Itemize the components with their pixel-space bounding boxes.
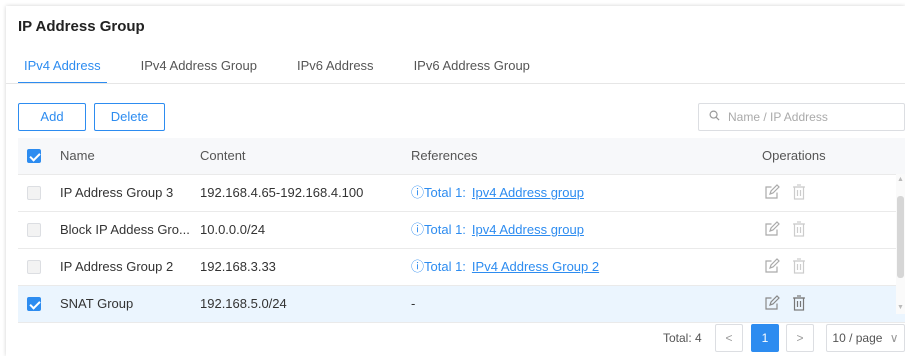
tab-ipv4-address-group[interactable]: IPv4 Address Group <box>135 58 263 84</box>
page-size-value: 10 / page <box>832 331 883 345</box>
table-row: IP Address Group 3 192.168.4.65-192.168.… <box>18 175 905 212</box>
search-icon <box>709 108 720 126</box>
tab-ipv6-address[interactable]: IPv6 Address <box>291 58 380 84</box>
ref-total: ⓘTotal 1: <box>411 222 466 237</box>
select-all-checkbox[interactable] <box>27 149 41 163</box>
row-references: ⓘTotal 1: Ipv4 Address group <box>411 212 584 248</box>
page-size-select[interactable]: 10 / page ∨ <box>826 324 905 352</box>
column-references-header: References <box>411 148 478 163</box>
ref-total: ⓘTotal 1: <box>411 259 466 274</box>
row-references: ⓘTotal 1: IPv4 Address Group 2 <box>411 249 599 285</box>
ref-link[interactable]: IPv4 Address Group 2 <box>472 259 599 274</box>
row-name: SNAT Group <box>60 296 134 311</box>
scroll-up-icon[interactable]: ▲ <box>897 176 904 183</box>
delete-button[interactable]: Delete <box>94 103 165 131</box>
row-content: 192.168.5.0/24 <box>200 296 287 311</box>
tab-ipv4-address[interactable]: IPv4 Address <box>18 58 107 84</box>
row-name: Block IP Addess Gro... <box>60 222 190 237</box>
next-page-button[interactable]: > <box>786 324 814 352</box>
scrollbar-thumb[interactable] <box>897 196 904 278</box>
tab-bar: IPv4 Address IPv4 Address Group IPv6 Add… <box>18 58 564 84</box>
row-content: 10.0.0.0/24 <box>200 222 266 237</box>
page-title: IP Address Group <box>18 18 145 35</box>
edit-icon[interactable] <box>764 221 780 237</box>
edit-icon[interactable] <box>764 184 780 200</box>
tab-divider <box>6 83 905 84</box>
ref-link[interactable]: Ipv4 Address group <box>472 185 584 200</box>
row-name: IP Address Group 2 <box>60 259 174 274</box>
row-content: 192.168.4.65-192.168.4.100 <box>200 185 364 200</box>
column-name-header: Name <box>60 148 95 163</box>
chevron-down-icon: ∨ <box>889 331 899 345</box>
table-row: SNAT Group 192.168.5.0/24 - <box>18 286 905 323</box>
row-references: - <box>411 296 416 311</box>
prev-page-button[interactable]: < <box>715 324 743 352</box>
edit-icon[interactable] <box>764 258 780 274</box>
delete-icon[interactable] <box>791 221 807 237</box>
row-checkbox[interactable] <box>27 223 41 237</box>
row-checkbox[interactable] <box>27 297 41 311</box>
delete-icon[interactable] <box>791 295 807 311</box>
scroll-down-icon[interactable]: ▼ <box>897 304 904 311</box>
row-checkbox[interactable] <box>27 186 41 200</box>
column-operations-header: Operations <box>762 148 826 163</box>
edit-icon[interactable] <box>764 295 780 311</box>
row-name: IP Address Group 3 <box>60 185 174 200</box>
delete-icon[interactable] <box>791 258 807 274</box>
table-row: Block IP Addess Gro... 10.0.0.0/24 ⓘTota… <box>18 212 905 249</box>
delete-icon[interactable] <box>791 184 807 200</box>
total-count: Total: 4 <box>663 331 702 345</box>
add-button[interactable]: Add <box>18 103 86 131</box>
table-row: IP Address Group 2 192.168.3.33 ⓘTotal 1… <box>18 249 905 286</box>
ref-link[interactable]: Ipv4 Address group <box>472 222 584 237</box>
row-content: 192.168.3.33 <box>200 259 276 274</box>
ref-total: ⓘTotal 1: <box>411 185 466 200</box>
page-1-button[interactable]: 1 <box>751 324 779 352</box>
tab-ipv6-address-group[interactable]: IPv6 Address Group <box>408 58 536 84</box>
address-table: Name Content References Operations IP Ad… <box>18 138 905 323</box>
row-references: ⓘTotal 1: Ipv4 Address group <box>411 175 584 211</box>
table-header: Name Content References Operations <box>18 138 905 175</box>
search-input[interactable] <box>726 109 900 125</box>
search-box[interactable] <box>698 103 905 131</box>
row-checkbox[interactable] <box>27 260 41 274</box>
column-content-header: Content <box>200 148 246 163</box>
